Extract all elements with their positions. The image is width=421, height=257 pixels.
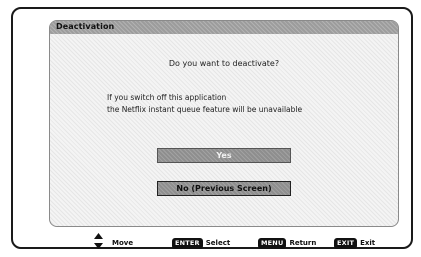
menu-key-icon: MENU (258, 237, 287, 249)
exit-label: Exit (360, 239, 376, 247)
dialog-titlebar: Deactivation (50, 21, 398, 34)
deactivation-dialog: Deactivation Do you want to deactivate? … (49, 20, 399, 227)
deactivate-question: Do you want to deactivate? (168, 59, 280, 68)
yes-button[interactable]: Yes (157, 148, 291, 163)
footer-select-hint: ENTER Select (172, 236, 230, 250)
select-label: Select (205, 239, 231, 247)
enter-key-icon: ENTER (172, 237, 203, 249)
footer-move-hint: Move (112, 236, 133, 250)
return-label: Return (289, 239, 317, 247)
info-line-1: If you switch off this application (107, 93, 227, 102)
exit-key-icon: EXIT (334, 237, 358, 249)
dialog-title: Deactivation (56, 22, 115, 31)
info-line-2: the Netflix instant queue feature will b… (107, 105, 303, 114)
up-down-arrows-icon (94, 233, 103, 249)
footer-exit-hint: EXIT Exit (334, 236, 375, 250)
footer-return-hint: MENU Return (258, 236, 316, 250)
no-previous-screen-button[interactable]: No (Previous Screen) (157, 181, 291, 196)
tv-screen-frame: Deactivation Do you want to deactivate? … (11, 7, 413, 249)
move-label: Move (112, 239, 134, 247)
